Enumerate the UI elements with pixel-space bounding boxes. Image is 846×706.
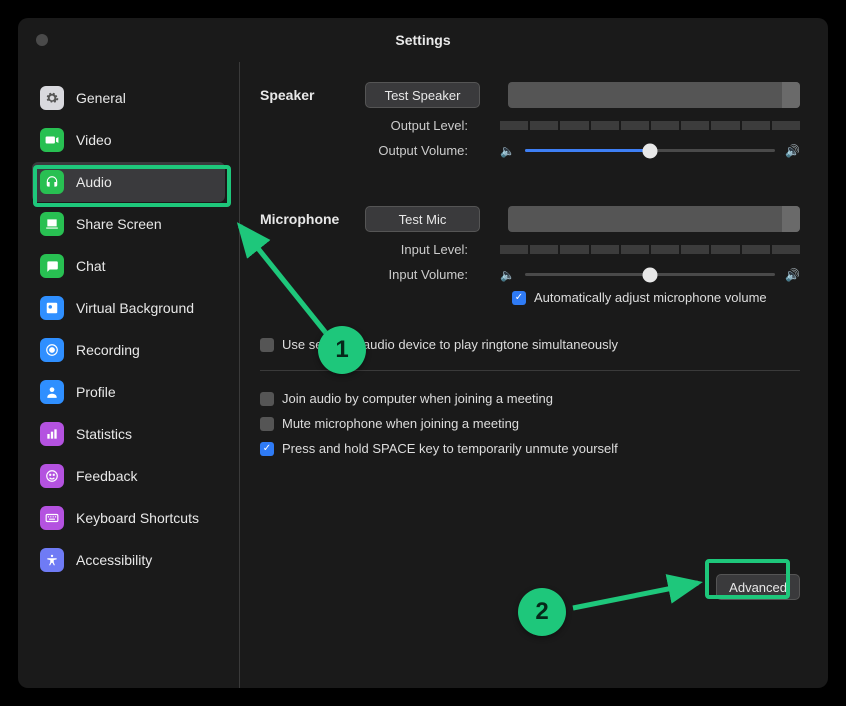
input-level-meter [500, 245, 800, 254]
sidebar: General Video Audio Share Screen Chat Virtual… [18, 62, 240, 688]
output-volume-row: Output Volume: 🔈 🔊 [260, 143, 800, 158]
auto-adjust-check[interactable]: ✓ Automatically adjust microphone volume [512, 290, 800, 305]
video-icon [40, 128, 64, 152]
sidebar-item-label: Share Screen [76, 216, 162, 232]
microphone-row: Microphone Test Mic ▴▾ [260, 206, 800, 232]
input-level-label: Input Level: [260, 242, 480, 257]
speaker-row: Speaker Test Speaker ▴▾ [260, 82, 800, 108]
sidebar-item-statistics[interactable]: Statistics [32, 414, 225, 454]
speaker-label: Speaker [260, 87, 365, 103]
volume-low-icon: 🔈 [500, 268, 515, 282]
output-level-row: Output Level: [260, 118, 800, 133]
sidebar-item-label: Keyboard Shortcuts [76, 510, 199, 526]
space-unmute-label: Press and hold SPACE key to temporarily … [282, 441, 618, 456]
sidebar-item-label: Virtual Background [76, 300, 194, 316]
sidebar-item-label: General [76, 90, 126, 106]
volume-high-icon: 🔊 [785, 268, 800, 282]
auto-adjust-label: Automatically adjust microphone volume [534, 290, 767, 305]
test-speaker-button[interactable]: Test Speaker [365, 82, 480, 108]
sidebar-item-label: Feedback [76, 468, 137, 484]
sidebar-item-share-screen[interactable]: Share Screen [32, 204, 225, 244]
sidebar-item-chat[interactable]: Chat [32, 246, 225, 286]
gear-icon [40, 86, 64, 110]
settings-window: Settings General Video Audio Share Screen Ch… [18, 18, 828, 688]
headset-icon [40, 170, 64, 194]
sidebar-item-label: Profile [76, 384, 116, 400]
sidebar-item-label: Recording [76, 342, 140, 358]
input-volume-slider[interactable] [525, 273, 775, 276]
sidebar-item-profile[interactable]: Profile [32, 372, 225, 412]
profile-icon [40, 380, 64, 404]
sidebar-item-general[interactable]: General [32, 78, 225, 118]
sidebar-item-label: Chat [76, 258, 106, 274]
mic-device-select[interactable]: ▴▾ [508, 206, 800, 232]
input-volume-row: Input Volume: 🔈 🔊 [260, 267, 800, 282]
mute-on-join-label: Mute microphone when joining a meeting [282, 416, 519, 431]
output-volume-label: Output Volume: [260, 143, 480, 158]
advanced-button[interactable]: Advanced [716, 574, 800, 600]
output-level-meter [500, 121, 800, 130]
sidebar-item-label: Video [76, 132, 112, 148]
sidebar-item-label: Accessibility [76, 552, 152, 568]
separate-audio-label: Use separate audio device to play ringto… [282, 337, 618, 352]
sidebar-item-video[interactable]: Video [32, 120, 225, 160]
window-body: General Video Audio Share Screen Chat Virtual… [18, 62, 828, 688]
space-unmute-check[interactable]: ✓ Press and hold SPACE key to temporaril… [260, 441, 800, 456]
share-icon [40, 212, 64, 236]
access-icon [40, 548, 64, 572]
rec-icon [40, 338, 64, 362]
close-button[interactable] [36, 34, 48, 46]
window-title: Settings [18, 32, 828, 48]
window-controls [36, 34, 48, 46]
sidebar-item-recording[interactable]: Recording [32, 330, 225, 370]
separate-audio-check[interactable]: Use separate audio device to play ringto… [260, 337, 800, 352]
microphone-label: Microphone [260, 211, 365, 227]
vb-icon [40, 296, 64, 320]
keyboard-icon [40, 506, 64, 530]
sidebar-item-keyboard-shortcuts[interactable]: Keyboard Shortcuts [32, 498, 225, 538]
chat-icon [40, 254, 64, 278]
output-volume-slider[interactable] [525, 149, 775, 152]
content-audio: Speaker Test Speaker ▴▾ Output Level: Ou… [240, 62, 828, 688]
test-mic-button[interactable]: Test Mic [365, 206, 480, 232]
smile-icon [40, 464, 64, 488]
join-audio-label: Join audio by computer when joining a me… [282, 391, 553, 406]
stats-icon [40, 422, 64, 446]
sidebar-item-accessibility[interactable]: Accessibility [32, 540, 225, 580]
mute-on-join-check[interactable]: Mute microphone when joining a meeting [260, 416, 800, 431]
sidebar-item-label: Audio [76, 174, 112, 190]
titlebar: Settings [18, 18, 828, 62]
sidebar-item-virtual-background[interactable]: Virtual Background [32, 288, 225, 328]
divider [260, 370, 800, 371]
speaker-device-select[interactable]: ▴▾ [508, 82, 800, 108]
sidebar-item-label: Statistics [76, 426, 132, 442]
sidebar-item-audio[interactable]: Audio [32, 162, 225, 202]
output-level-label: Output Level: [260, 118, 480, 133]
input-volume-label: Input Volume: [260, 267, 480, 282]
join-audio-check[interactable]: Join audio by computer when joining a me… [260, 391, 800, 406]
volume-high-icon: 🔊 [785, 144, 800, 158]
sidebar-item-feedback[interactable]: Feedback [32, 456, 225, 496]
volume-low-icon: 🔈 [500, 144, 515, 158]
input-level-row: Input Level: [260, 242, 800, 257]
